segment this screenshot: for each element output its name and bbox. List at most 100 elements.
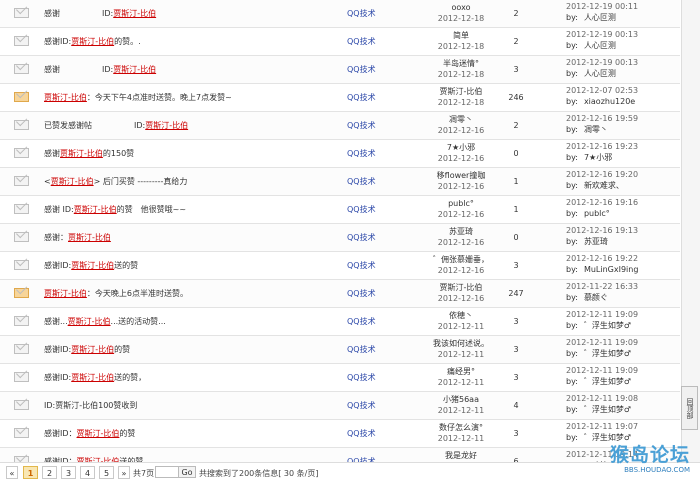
title-user-link[interactable]: 贾斯汀-比伯: [60, 149, 103, 158]
last-post-user[interactable]: 人心叵测: [584, 41, 616, 50]
title-user-link[interactable]: 贾斯汀-比伯: [74, 205, 117, 214]
forum-link[interactable]: QQ技术: [347, 224, 376, 251]
thread-title[interactable]: 感谢ID：贾斯汀-比伯的赞: [44, 420, 135, 447]
thread-title[interactable]: 感谢 ID:贾斯汀-比伯: [44, 56, 156, 83]
last-post-user[interactable]: 凋零丶: [584, 125, 608, 134]
last-post-date[interactable]: 2012-12-19 00:13: [566, 29, 676, 40]
thread-title[interactable]: ID:贾斯汀-比伯100赞收到: [44, 392, 137, 419]
author-name[interactable]: 贾斯汀-比伯: [421, 282, 501, 293]
title-user-link[interactable]: 贾斯汀-比伯: [113, 65, 156, 74]
last-post-user[interactable]: 苏亚琦: [584, 237, 608, 246]
title-user-link[interactable]: 贾斯汀-比伯: [113, 9, 156, 18]
last-post-date[interactable]: 2012-12-19 00:13: [566, 57, 676, 68]
title-user-link[interactable]: 贾斯汀-比伯: [71, 345, 114, 354]
last-post-user[interactable]: 慕颜ぐ: [584, 293, 608, 302]
thread-title[interactable]: 感谢...贾斯汀-比伯...送的活动赞...: [44, 308, 166, 335]
last-post-user[interactable]: publc°: [584, 209, 610, 218]
page-jump-input[interactable]: [155, 466, 179, 478]
forum-link[interactable]: QQ技术: [347, 364, 376, 391]
author-name[interactable]: publc°: [421, 198, 501, 209]
forum-link[interactable]: QQ技术: [347, 112, 376, 139]
last-post-user[interactable]: 人心叵测: [584, 69, 616, 78]
thread-title[interactable]: 贾斯汀-比伯：今天下午4点准时送赞。晚上7点发赞~: [44, 84, 232, 111]
author-name[interactable]: ooxo: [421, 2, 501, 13]
last-post-date[interactable]: 2012-12-11 19:09: [566, 309, 676, 320]
thread-title[interactable]: 感谢ID:贾斯汀-比伯送的赞，: [44, 364, 146, 391]
last-post-user[interactable]: 人心叵测: [584, 13, 616, 22]
page-4-button[interactable]: 4: [80, 466, 95, 479]
forum-link[interactable]: QQ技术: [347, 308, 376, 335]
last-post-date[interactable]: 2012-12-11 19:08: [566, 393, 676, 404]
forum-link[interactable]: QQ技术: [347, 168, 376, 195]
page-2-button[interactable]: 2: [42, 466, 57, 479]
last-post-date[interactable]: 2012-12-11 19:09: [566, 337, 676, 348]
author-name[interactable]: 7★小邪: [421, 142, 501, 153]
thread-title[interactable]: 感谢贾斯汀-比伯的150赞: [44, 140, 134, 167]
last-post-date[interactable]: 2012-12-16 19:23: [566, 141, 676, 152]
last-post-user[interactable]: ゛浮生如梦♂: [584, 321, 631, 330]
forum-link[interactable]: QQ技术: [347, 336, 376, 363]
last-post-user[interactable]: xiaozhu120e: [584, 97, 635, 106]
last-post-date[interactable]: 2012-11-22 16:33: [566, 281, 676, 292]
author-name[interactable]: 移flower撞咖: [421, 170, 501, 181]
thread-title[interactable]: 已赞发感谢帖 ID:贾斯汀-比伯: [44, 112, 188, 139]
last-post-date[interactable]: 2012-12-16 19:16: [566, 197, 676, 208]
forum-link[interactable]: QQ技术: [347, 28, 376, 55]
back-to-top-button[interactable]: 回顶部: [681, 386, 698, 430]
author-name[interactable]: 痛经男°: [421, 366, 501, 377]
author-name[interactable]: 依穂丶: [421, 310, 501, 321]
last-post-date[interactable]: 2012-12-16 19:59: [566, 113, 676, 124]
author-name[interactable]: 简单: [421, 30, 501, 41]
forum-link[interactable]: QQ技术: [347, 252, 376, 279]
author-name[interactable]: 凋零丶: [421, 114, 501, 125]
prev-page-button[interactable]: «: [6, 466, 18, 479]
page-1-button[interactable]: 1: [23, 466, 38, 479]
thread-title[interactable]: 感谢 ID:贾斯汀-比伯: [44, 0, 156, 27]
author-name[interactable]: 数仔怎么演°: [421, 422, 501, 433]
thread-title[interactable]: 感谢：贾斯汀-比伯: [44, 224, 111, 251]
forum-link[interactable]: QQ技术: [347, 196, 376, 223]
title-user-link[interactable]: 贾斯汀-比伯: [44, 289, 87, 298]
author-name[interactable]: 我是龙好: [421, 450, 501, 461]
last-post-date[interactable]: 2012-12-11 19:07: [566, 421, 676, 432]
forum-link[interactable]: QQ技术: [347, 140, 376, 167]
title-user-link[interactable]: 贾斯汀-比伯: [68, 317, 111, 326]
thread-title[interactable]: 感谢ID:贾斯汀-比伯的赞。.: [44, 28, 141, 55]
title-user-link[interactable]: 贾斯汀-比伯: [77, 429, 120, 438]
author-name[interactable]: ゛佣张慕姗垂，: [421, 254, 501, 265]
title-user-link[interactable]: 贾斯汀-比伯: [71, 373, 114, 382]
last-post-user[interactable]: ゛浮生如梦♂: [584, 349, 631, 358]
title-user-link[interactable]: 贾斯汀-比伯: [71, 261, 114, 270]
thread-title[interactable]: 感谢 ID:贾斯汀-比伯的赞 他很赞哦~~: [44, 196, 186, 223]
page-3-button[interactable]: 3: [61, 466, 76, 479]
last-post-user[interactable]: 新欢难求、: [584, 181, 624, 190]
forum-link[interactable]: QQ技术: [347, 0, 376, 27]
author-name[interactable]: 我该如何述说。: [421, 338, 501, 349]
last-post-date[interactable]: 2012-12-16 19:20: [566, 169, 676, 180]
thread-title[interactable]: 感谢ID:贾斯汀-比伯送的赞: [44, 252, 138, 279]
title-user-link[interactable]: 贾斯汀-比伯: [44, 93, 87, 102]
forum-link[interactable]: QQ技术: [347, 420, 376, 447]
page-5-button[interactable]: 5: [99, 466, 114, 479]
author-name[interactable]: 半岛迷情°: [421, 58, 501, 69]
last-post-user[interactable]: 7★小邪: [584, 153, 612, 162]
forum-link[interactable]: QQ技术: [347, 56, 376, 83]
last-post-user[interactable]: ゛浮生如梦♂: [584, 405, 631, 414]
next-page-button[interactable]: »: [118, 466, 130, 479]
title-user-link[interactable]: 贾斯汀-比伯: [145, 121, 188, 130]
title-user-link[interactable]: 贾斯汀-比伯: [71, 37, 114, 46]
author-name[interactable]: 苏亚琦: [421, 226, 501, 237]
last-post-date[interactable]: 2012-12-11 19:09: [566, 365, 676, 376]
last-post-date[interactable]: 2012-12-16 19:22: [566, 253, 676, 264]
author-name[interactable]: 贾斯汀-比伯: [421, 86, 501, 97]
last-post-user[interactable]: ゛浮生如梦♂: [584, 377, 631, 386]
last-post-date[interactable]: 2012-12-07 02:53: [566, 85, 676, 96]
title-user-link[interactable]: 贾斯汀-比伯: [68, 233, 111, 242]
thread-title[interactable]: <贾斯汀-比伯> 后门买赞 ---------真给力: [44, 168, 187, 195]
last-post-date[interactable]: 2012-12-19 00:11: [566, 1, 676, 12]
thread-title[interactable]: 贾斯汀-比伯：今天晚上6点半准时送赞。: [44, 280, 188, 307]
go-button[interactable]: Go: [178, 466, 196, 478]
forum-link[interactable]: QQ技术: [347, 84, 376, 111]
thread-title[interactable]: 感谢ID:贾斯汀-比伯的赞: [44, 336, 130, 363]
title-user-link[interactable]: 贾斯汀-比伯: [51, 177, 94, 186]
